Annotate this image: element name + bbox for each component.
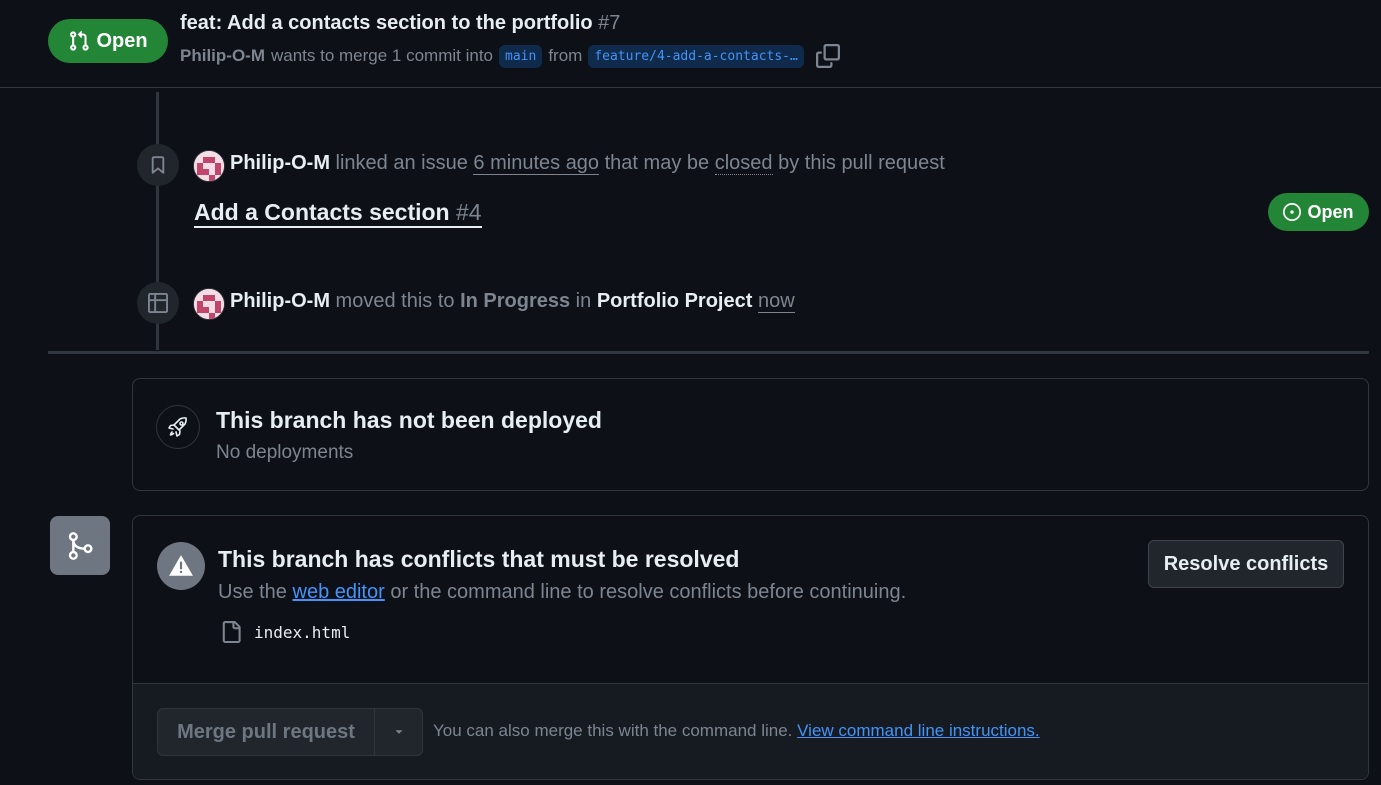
file-icon xyxy=(222,621,241,643)
pr-state-label: Open xyxy=(96,29,148,52)
deployment-title: This branch has not been deployed xyxy=(216,407,602,433)
deployment-status-box: This branch has not been deployed No dep… xyxy=(132,378,1369,491)
pr-header: Open feat: Add a contacts section to the… xyxy=(0,0,1381,88)
bookmark-icon xyxy=(151,156,165,174)
event-text: by this pull request xyxy=(778,152,945,174)
pr-title-text: feat: Add a contacts section to the port… xyxy=(180,12,593,34)
conflicts-title: This branch has conflicts that must be r… xyxy=(218,546,740,572)
merge-command-line-note: You can also merge this with the command… xyxy=(433,721,1040,741)
avatar-image-icon xyxy=(194,151,224,181)
pr-meta: Philip-O-M wants to merge 1 commit into … xyxy=(180,44,840,68)
timeline-event-icon xyxy=(137,282,179,324)
merge-note-text: You can also merge this with the command… xyxy=(433,721,793,740)
merge-button-group: Merge pull request xyxy=(157,708,423,756)
moved-event-text: Philip-O-M moved this to In Progress in … xyxy=(230,290,795,313)
event-time-link[interactable]: now xyxy=(757,290,795,313)
event-verb: linked an issue xyxy=(335,152,468,174)
event-verb: moved this to xyxy=(335,290,455,312)
conflicts-subtitle: Use the web editor or the command line t… xyxy=(218,581,906,604)
conflict-file-row: index.html xyxy=(220,620,350,644)
event-text: that may be xyxy=(604,152,710,174)
resolve-conflicts-button[interactable]: Resolve conflicts xyxy=(1148,540,1344,588)
pr-merge-text: wants to merge 1 commit into xyxy=(270,46,494,65)
event-text: in xyxy=(575,290,592,312)
pr-author-link[interactable]: Philip-O-M xyxy=(180,46,265,66)
deployment-subtitle: No deployments xyxy=(216,442,354,463)
linked-issue-link[interactable]: Add a Contacts section #4 xyxy=(194,199,482,228)
event-actor-link[interactable]: Philip-O-M xyxy=(230,152,330,174)
conflict-file-name: index.html xyxy=(254,622,351,642)
issue-number: #4 xyxy=(456,199,482,225)
conflicts-sub-prefix: Use the xyxy=(218,581,287,603)
alert-icon xyxy=(169,555,193,576)
issue-title: Add a Contacts section xyxy=(194,199,450,225)
merge-footer: Merge pull request You can also merge th… xyxy=(133,683,1368,779)
git-pull-request-icon xyxy=(70,30,90,51)
conflicts-sub-suffix: or the command line to resolve conflicts… xyxy=(390,581,907,603)
pr-state-badge: Open xyxy=(48,19,168,63)
timeline-event-icon xyxy=(137,144,179,186)
issue-opened-icon xyxy=(1283,203,1302,221)
project-column: In Progress xyxy=(460,290,571,312)
git-merge-icon xyxy=(68,531,93,560)
web-editor-link[interactable]: web editor xyxy=(293,581,385,603)
merge-box: This branch has conflicts that must be r… xyxy=(132,515,1369,780)
pr-number: #7 xyxy=(598,12,621,34)
triangle-down-icon xyxy=(395,730,402,734)
project-link[interactable]: Portfolio Project xyxy=(597,290,753,312)
head-branch-link[interactable]: feature/4-add-a-contacts-… xyxy=(588,44,804,68)
merge-method-dropdown[interactable] xyxy=(375,709,422,755)
pr-from-text: from xyxy=(548,46,583,65)
merge-status-icon xyxy=(50,516,110,575)
command-line-instructions-link[interactable]: View command line instructions. xyxy=(797,721,1040,740)
avatar-image-icon xyxy=(194,289,224,319)
pr-title: feat: Add a contacts section to the port… xyxy=(180,12,620,35)
timeline-divider xyxy=(48,351,1369,354)
conflict-icon-wrap xyxy=(157,542,205,590)
event-actor-link[interactable]: Philip-O-M xyxy=(230,290,330,312)
issue-state-label: Open xyxy=(1307,201,1354,222)
event-time-link[interactable]: 6 minutes ago xyxy=(473,152,600,175)
issue-state-badge: Open xyxy=(1268,193,1369,231)
project-table-icon xyxy=(148,293,168,313)
avatar[interactable] xyxy=(193,288,225,320)
avatar[interactable] xyxy=(193,150,225,182)
rocket-icon xyxy=(168,417,187,437)
copy-icon[interactable] xyxy=(815,44,840,68)
merge-pull-request-button[interactable]: Merge pull request xyxy=(158,709,375,755)
base-branch-link[interactable]: main xyxy=(499,44,543,68)
closed-keyword: closed xyxy=(714,152,773,175)
deployment-icon-wrap xyxy=(156,405,200,449)
linked-issue-event-text: Philip-O-M linked an issue 6 minutes ago… xyxy=(230,152,945,175)
